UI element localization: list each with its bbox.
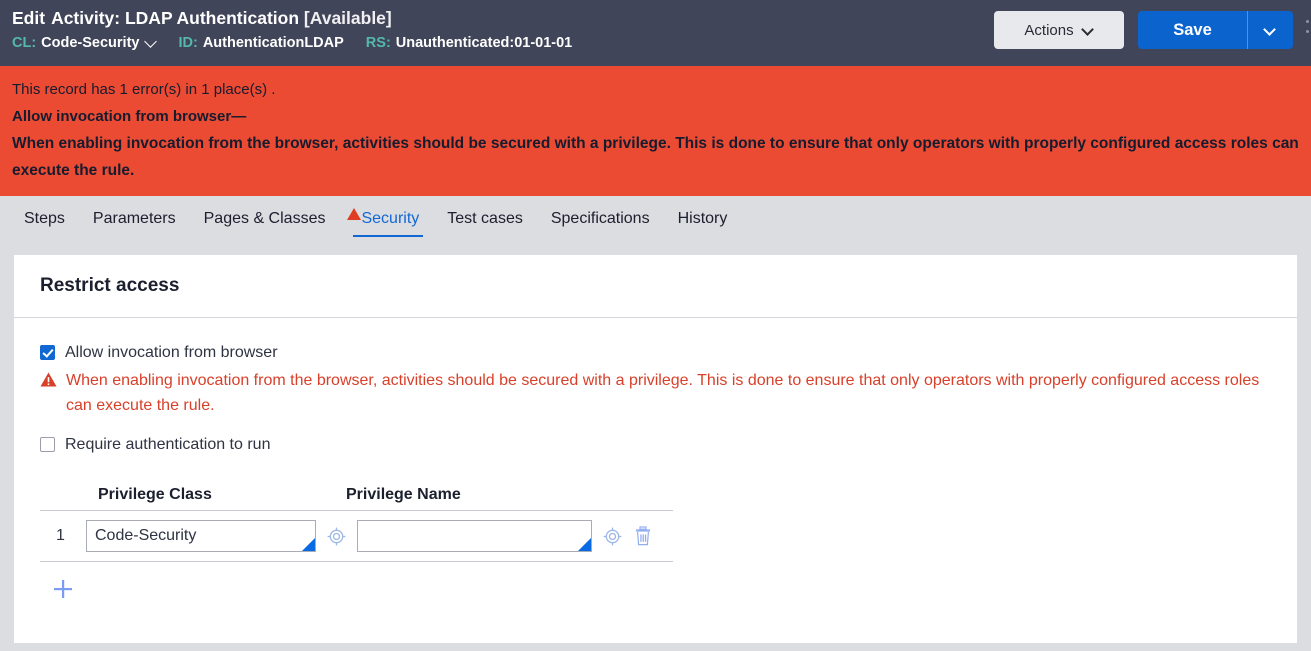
add-row-container: [40, 576, 673, 602]
column-header-privilege-class: Privilege Class: [86, 486, 336, 504]
meta-value-rs: Unauthenticated:01-01-01: [395, 35, 573, 51]
column-header-privilege-name: Privilege Name: [336, 486, 596, 504]
error-summary: This record has 1 error(s) in 1 place(s)…: [12, 81, 276, 98]
page-title-type: Activity:: [51, 8, 121, 28]
app-header: Edit Activity: LDAP Authentication [Avail…: [0, 0, 1311, 66]
overflow-menu-icon[interactable]: [1306, 20, 1309, 33]
page-title-status: [Available]: [303, 8, 392, 28]
privilege-class-input[interactable]: [86, 520, 316, 552]
tab-bar: Steps Parameters Pages & Classes Securit…: [0, 196, 1311, 255]
restrict-access-card: Restrict access Allow invocation from br…: [14, 255, 1297, 643]
tab-label: Parameters: [92, 210, 176, 227]
row-index: 1: [56, 527, 65, 544]
meta-label-id: ID:: [178, 35, 198, 51]
meta-label-cl: CL:: [12, 35, 37, 51]
require-auth-label: Require authentication to run: [65, 436, 271, 453]
privilege-name-field-wrapper: [357, 520, 592, 552]
privilege-class-smart-prompt-icon[interactable]: [325, 523, 347, 549]
actions-button[interactable]: Actions: [994, 11, 1124, 49]
meta-value-cl[interactable]: Code-Security: [41, 35, 139, 51]
tab-label: Security: [361, 210, 420, 227]
tab-security[interactable]: Security: [339, 196, 433, 241]
error-field-name: Allow invocation from browser—: [12, 108, 247, 125]
card-body: Allow invocation from browser When enabl…: [14, 318, 1297, 602]
tab-label: Specifications: [550, 210, 650, 227]
tab-test-cases[interactable]: Test cases: [433, 196, 537, 241]
tab-label: Steps: [24, 210, 65, 227]
meta-value-id: AuthenticationLDAP: [202, 35, 344, 51]
privilege-name-input[interactable]: [357, 520, 592, 552]
column-header-label: Privilege Name: [346, 486, 461, 503]
tab-specifications[interactable]: Specifications: [537, 196, 664, 241]
meta-label-rs: RS:: [365, 35, 391, 51]
table-row: 1: [40, 511, 673, 562]
page-title-action: Edit: [12, 8, 46, 28]
error-banner: This record has 1 error(s) in 1 place(s)…: [0, 66, 1311, 196]
tab-label: Pages & Classes: [203, 210, 326, 227]
allow-invocation-row: Allow invocation from browser: [40, 342, 1271, 364]
inline-warning-text: When enabling invocation from the browse…: [66, 372, 1260, 414]
chevron-down-icon: [1265, 25, 1276, 36]
add-row-button[interactable]: [50, 576, 76, 602]
privilege-name-smart-prompt-icon[interactable]: [601, 523, 623, 549]
privilege-table: Privilege Class Privilege Name 1: [40, 486, 673, 602]
tab-label: History: [677, 210, 728, 227]
error-message: When enabling invocation from the browse…: [12, 135, 1299, 179]
dot: [1306, 20, 1309, 23]
page-title-name: LDAP Authentication: [124, 8, 300, 28]
allow-invocation-checkbox[interactable]: [40, 345, 55, 360]
table-header-row: Privilege Class Privilege Name: [40, 486, 673, 511]
tab-history[interactable]: History: [664, 196, 742, 241]
tab-steps[interactable]: Steps: [10, 196, 79, 241]
warning-triangle-icon: [40, 372, 57, 387]
chevron-down-icon: [1083, 25, 1094, 36]
chevron-down-icon[interactable]: [145, 35, 158, 48]
require-auth-checkbox[interactable]: [40, 437, 55, 452]
save-dropdown-button[interactable]: [1247, 11, 1293, 49]
warning-triangle-icon: [347, 208, 362, 220]
delete-row-trash-icon[interactable]: [632, 523, 654, 549]
card-header: Restrict access: [14, 255, 1297, 318]
tab-label: Test cases: [447, 210, 523, 227]
tab-pages-and-classes[interactable]: Pages & Classes: [190, 196, 340, 241]
allow-invocation-label: Allow invocation from browser: [65, 344, 278, 361]
card-title: Restrict access: [40, 275, 180, 296]
actions-button-label: Actions: [1024, 21, 1074, 39]
require-auth-row: Require authentication to run: [40, 434, 1271, 456]
header-action-group: Actions Save: [994, 11, 1293, 49]
inline-warning: When enabling invocation from the browse…: [40, 368, 1271, 418]
save-button-group: Save: [1138, 11, 1293, 49]
save-button[interactable]: Save: [1138, 11, 1247, 49]
dot: [1306, 30, 1309, 33]
column-header-label: Privilege Class: [98, 486, 212, 503]
privilege-class-field-wrapper: [86, 520, 316, 552]
tab-parameters[interactable]: Parameters: [79, 196, 190, 241]
